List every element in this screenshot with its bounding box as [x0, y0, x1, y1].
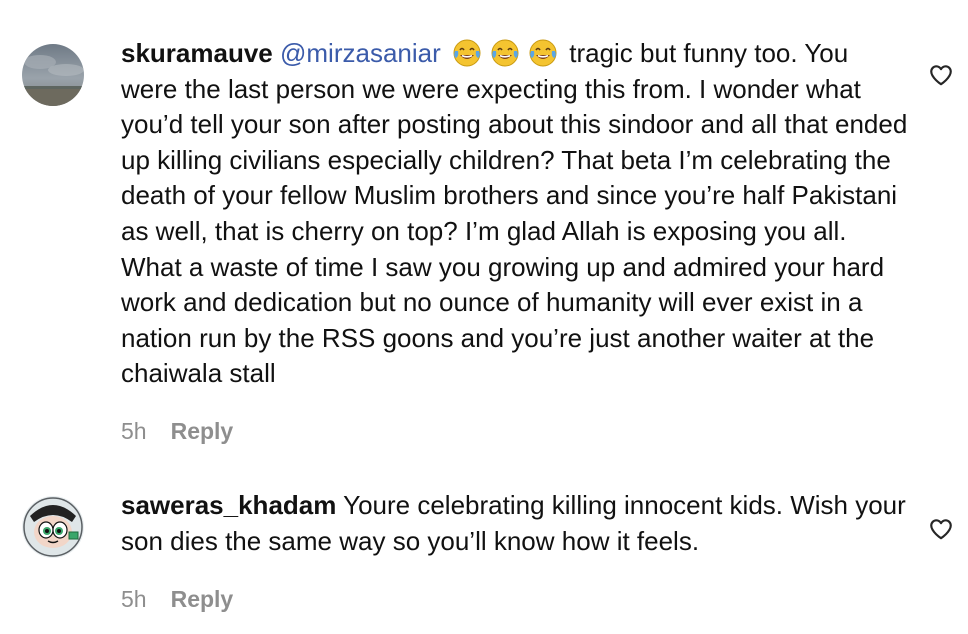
reply-button[interactable]: Reply: [171, 418, 234, 445]
comment-meta: 5h Reply: [121, 418, 233, 445]
comment-timestamp: 5h: [121, 418, 147, 444]
reply-button[interactable]: Reply: [171, 586, 234, 613]
comment-timestamp: 5h: [121, 586, 147, 612]
face-with-tears-of-joy-icon: [528, 38, 558, 68]
comment-mention[interactable]: @mirzasaniar: [280, 38, 441, 68]
comment-body: skuramauve @mirzasaniar tragic but funny…: [121, 36, 911, 392]
like-heart-icon[interactable]: [928, 62, 954, 88]
comment-text: tragic but funny too. You were the last …: [121, 38, 908, 389]
like-heart-icon[interactable]: [928, 516, 954, 542]
face-with-tears-of-joy-icon: [452, 38, 482, 68]
avatar[interactable]: [22, 496, 84, 558]
comment-body: saweras_khadam Youre celebrating killing…: [121, 488, 911, 559]
avatar[interactable]: [22, 44, 84, 106]
comment-username[interactable]: saweras_khadam: [121, 490, 336, 520]
comment-meta: 5h Reply: [121, 586, 233, 613]
comment-username[interactable]: skuramauve: [121, 38, 273, 68]
face-with-tears-of-joy-icon: [490, 38, 520, 68]
